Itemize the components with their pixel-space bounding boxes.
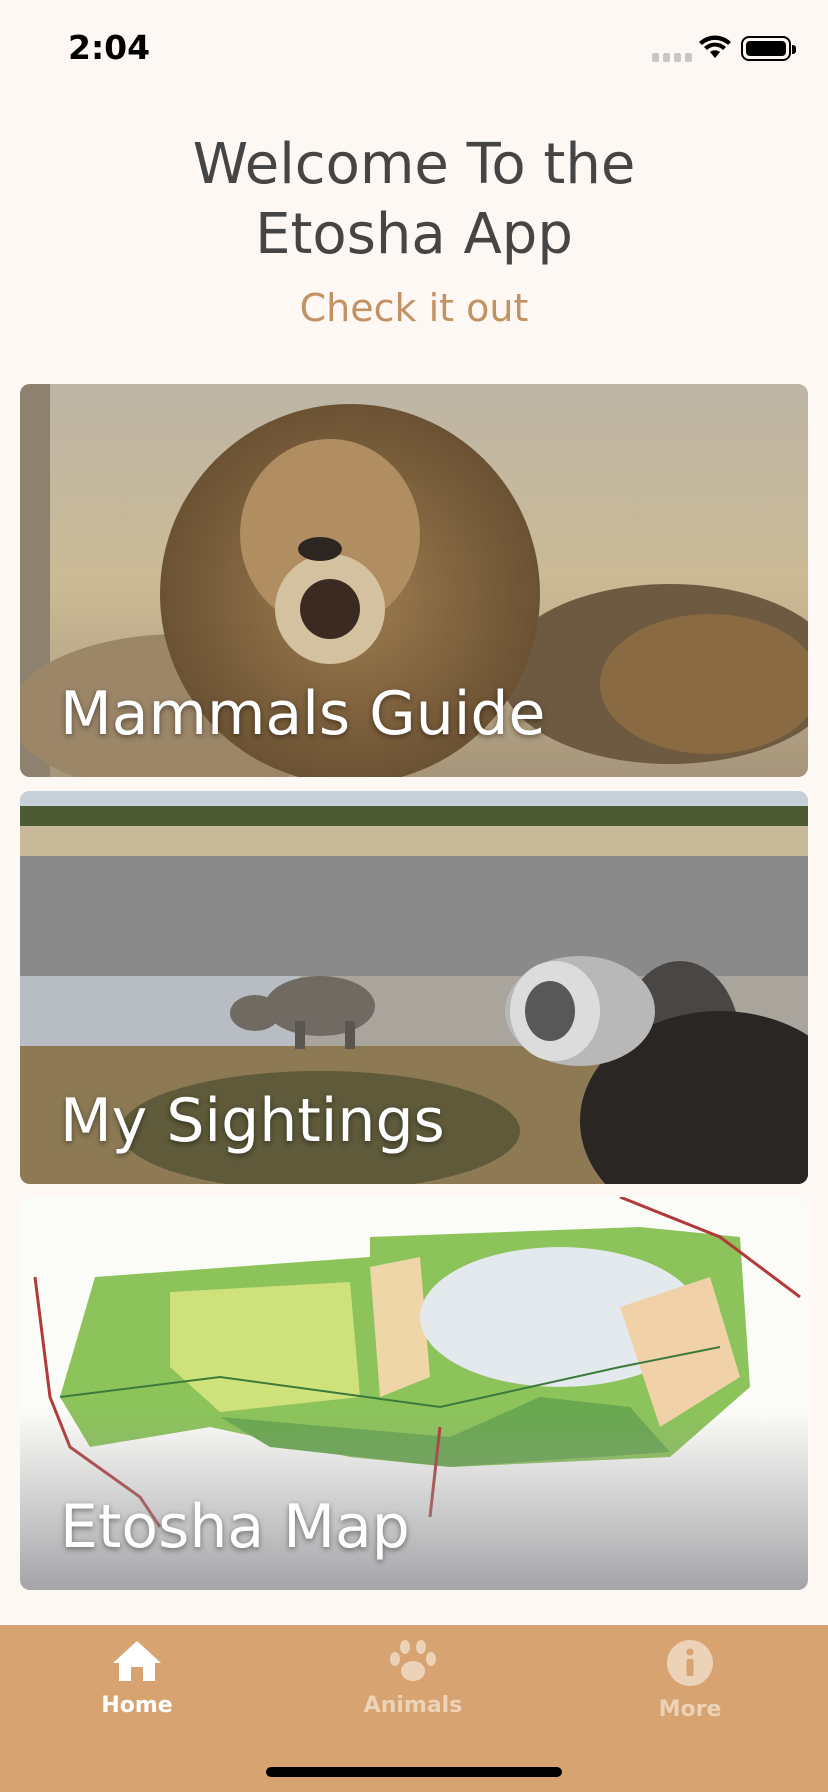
page-title: Welcome To the Etosha App <box>0 130 828 270</box>
status-bar: 2:04 <box>0 0 828 100</box>
info-icon <box>667 1640 713 1686</box>
wifi-icon <box>699 35 731 58</box>
mammals-guide-card[interactable]: Mammals Guide <box>20 384 808 777</box>
etosha-map-card[interactable]: Etosha Map <box>20 1197 808 1590</box>
home-indicator[interactable] <box>266 1767 562 1777</box>
card-label: Mammals Guide <box>60 679 546 749</box>
tab-animals-label: Animals <box>363 1693 463 1718</box>
subtitle: Check it out <box>299 286 529 330</box>
home-icon <box>113 1641 161 1681</box>
tab-home-label: Home <box>101 1693 173 1718</box>
tab-more[interactable]: More <box>610 1639 770 1722</box>
card-label: My Sightings <box>60 1086 445 1156</box>
tab-more-label: More <box>658 1697 722 1722</box>
card-label: Etosha Map <box>60 1492 410 1562</box>
welcome-header: Welcome To the Etosha App Check it out <box>0 130 828 330</box>
cellular-signal-icon <box>652 53 692 62</box>
battery-icon <box>741 36 796 61</box>
status-time: 2:04 <box>68 28 151 67</box>
paw-icon <box>390 1640 436 1681</box>
my-sightings-card[interactable]: My Sightings <box>20 791 808 1184</box>
tab-animals[interactable]: Animals <box>333 1639 493 1718</box>
title-line-1: Welcome To the <box>192 132 636 197</box>
title-line-2: Etosha App <box>255 202 573 267</box>
tab-home[interactable]: Home <box>57 1639 217 1718</box>
